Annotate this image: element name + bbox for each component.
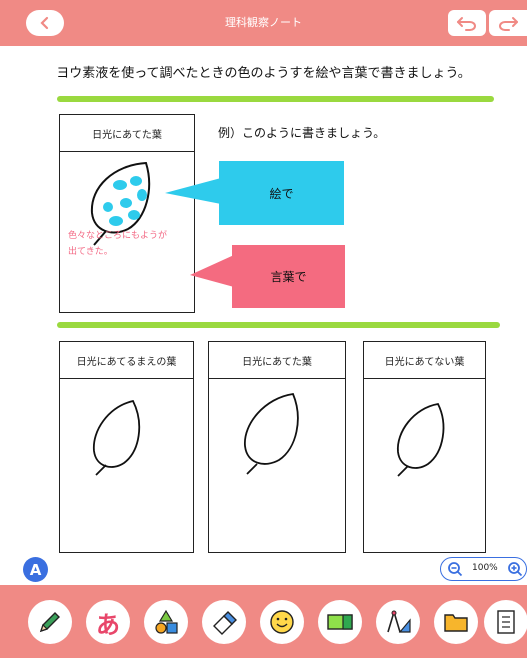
undo-icon	[457, 17, 476, 31]
zoom-in-icon[interactable]	[507, 561, 523, 577]
hiragana-a-icon: あ	[96, 610, 120, 639]
example-note-line2: 出てきた。	[68, 247, 113, 257]
zoom-control: 100%	[440, 557, 527, 581]
example-label: 例）このように書きましょう。	[218, 126, 386, 140]
callout-words: 言葉で	[232, 245, 345, 308]
undo-button[interactable]	[448, 10, 486, 36]
chevron-left-icon	[40, 16, 49, 30]
bottom-toolbar: あ	[0, 585, 527, 658]
text-tool-button[interactable]: あ	[86, 600, 130, 644]
callout-picture: 絵で	[219, 161, 344, 225]
observation-box-before-sunlight[interactable]: 日光にあてるまえの葉	[59, 341, 194, 553]
notebook-tool-button[interactable]	[484, 600, 527, 644]
divider-line	[57, 96, 494, 102]
instruction-text: ヨウ素液を使って調べたときの色のようすを絵や言葉で書きましょう。	[56, 66, 471, 81]
leaf-outline-drawing	[244, 393, 299, 475]
stamp-tool-button[interactable]	[260, 600, 304, 644]
smiley-icon	[270, 610, 294, 634]
observation-box-title: 日光にあてた葉	[209, 342, 345, 379]
notebook-icon	[497, 610, 515, 634]
folder-tool-button[interactable]	[434, 600, 478, 644]
redo-button[interactable]	[489, 10, 527, 36]
folder-icon	[444, 614, 468, 632]
compass-tool-button[interactable]	[376, 600, 420, 644]
back-button[interactable]	[26, 10, 64, 36]
example-box-title: 日光にあてた葉	[60, 115, 194, 152]
callout-blue-pointer	[165, 178, 221, 204]
eraser-icon	[213, 611, 237, 635]
observation-box-title: 日光にあてるまえの葉	[60, 342, 193, 379]
pencil-icon	[39, 612, 60, 633]
zoom-out-icon[interactable]	[447, 561, 463, 577]
example-note: 色々なところにもようが 出てきた。	[68, 228, 167, 260]
leaf-outline-drawing	[93, 399, 141, 476]
account-badge[interactable]: A	[23, 557, 48, 582]
shapes-tool-button[interactable]	[144, 600, 188, 644]
zoom-level: 100%	[472, 563, 498, 573]
sticky-note-tool-button[interactable]	[318, 600, 362, 644]
divider-line	[57, 322, 500, 328]
observation-box-title: 日光にあてない葉	[364, 342, 485, 379]
leaf-outline-drawing	[397, 403, 445, 477]
eraser-tool-button[interactable]	[202, 600, 246, 644]
example-box[interactable]: 日光にあてた葉 色々なところにもようが 出てきた。	[59, 114, 195, 313]
shapes-icon	[155, 609, 178, 634]
observation-box-sunlit[interactable]: 日光にあてた葉	[208, 341, 346, 553]
example-note-line1: 色々なところにもようが	[68, 231, 168, 241]
callout-pink-pointer	[190, 255, 234, 287]
redo-icon	[499, 17, 518, 31]
compass-ruler-icon	[387, 610, 411, 633]
observation-box-no-sunlight[interactable]: 日光にあてない葉	[363, 341, 486, 553]
pencil-tool-button[interactable]	[28, 600, 72, 644]
sticky-note-icon	[327, 614, 353, 630]
